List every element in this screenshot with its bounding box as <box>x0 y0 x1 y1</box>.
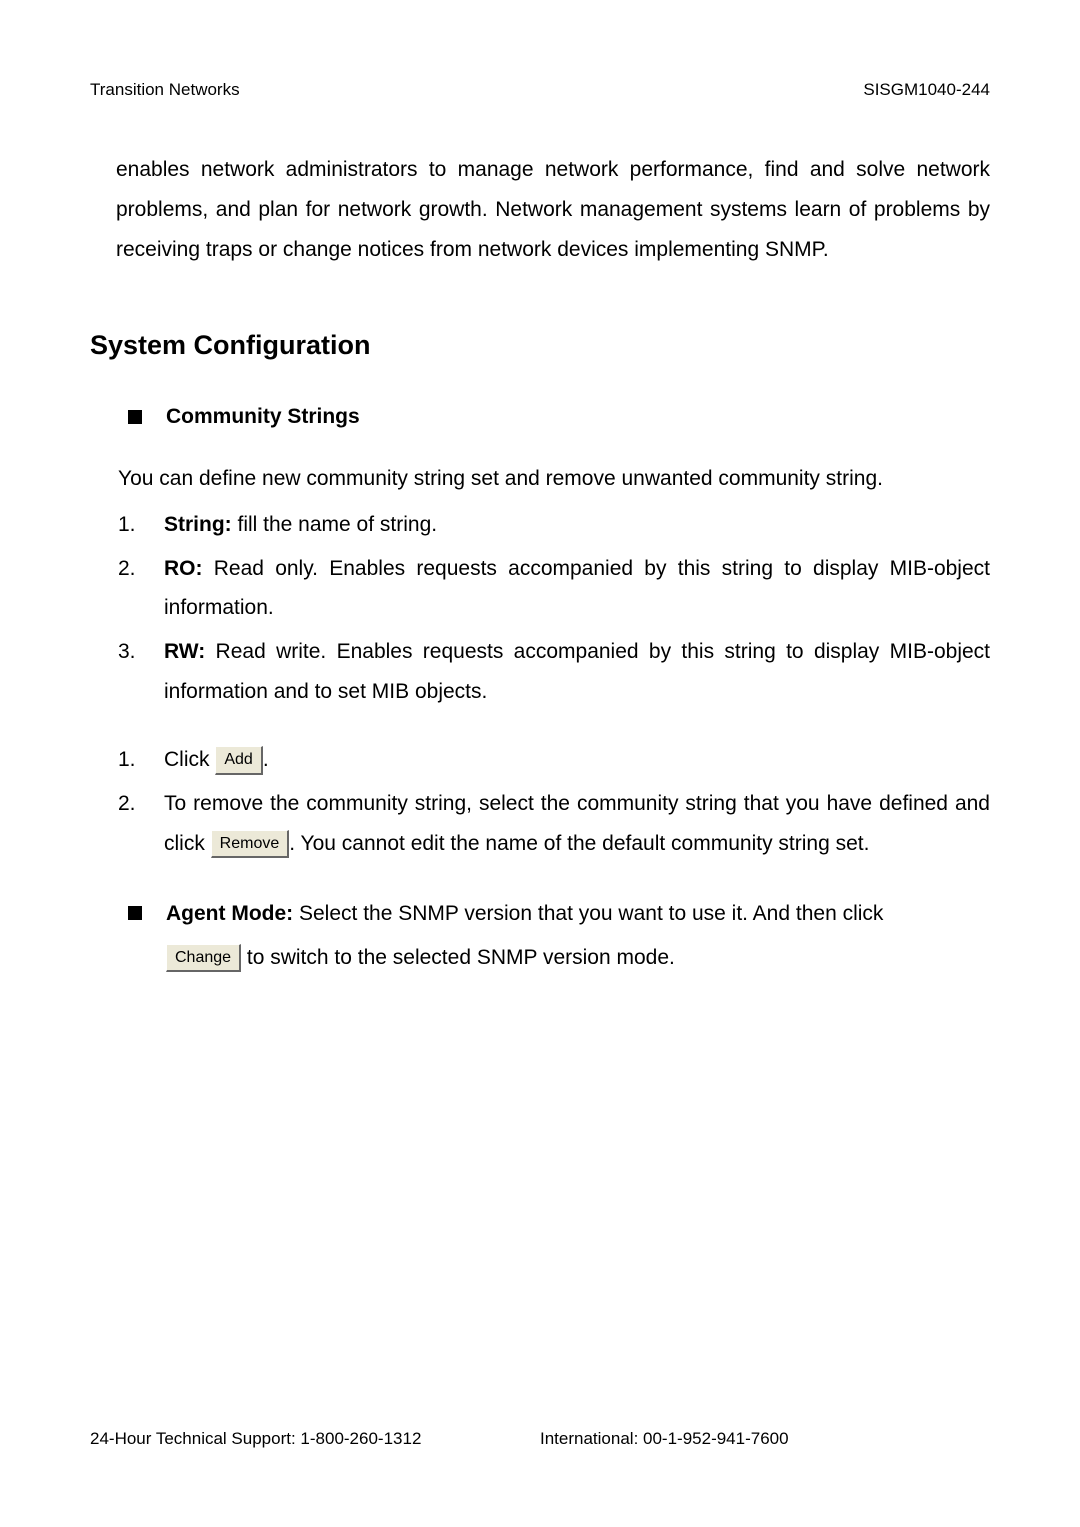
page-header: Transition Networks SISGM1040-244 <box>90 80 990 100</box>
term-text: Read write. Enables requests accompanied… <box>164 640 990 703</box>
change-button[interactable]: Change <box>166 944 241 972</box>
agent-line1-rest: Select the SNMP version that you want to… <box>293 902 883 925</box>
step-text-post: . You cannot edit the name of the defaul… <box>289 832 869 855</box>
list-number: 3. <box>118 632 164 712</box>
header-right: SISGM1040-244 <box>863 80 990 100</box>
step-text-post: . <box>263 748 269 771</box>
list-number: 1. <box>118 740 164 780</box>
term-label: RW: <box>164 640 205 663</box>
community-lead-text: You can define new community string set … <box>118 467 990 491</box>
list-item: 2. To remove the community string, selec… <box>118 784 990 864</box>
list-number: 2. <box>118 784 164 864</box>
term-label: String: <box>164 513 232 536</box>
footer-left: 24-Hour Technical Support: 1-800-260-131… <box>90 1429 540 1449</box>
footer-right: International: 00-1-952-941-7600 <box>540 1429 990 1449</box>
list-number: 2. <box>118 549 164 629</box>
list-item: 2. RO: Read only. Enables requests accom… <box>118 549 990 629</box>
remove-button[interactable]: Remove <box>211 830 290 858</box>
square-bullet-icon <box>128 906 142 920</box>
community-strings-heading-row: Community Strings <box>128 405 990 429</box>
list-item: 1. Click Add. <box>118 740 990 780</box>
list-number: 1. <box>118 505 164 545</box>
section-title: System Configuration <box>90 330 990 361</box>
community-strings-heading: Community Strings <box>166 405 360 429</box>
list-item: 3. RW: Read write. Enables requests acco… <box>118 632 990 712</box>
list-item: 1. String: fill the name of string. <box>118 505 990 545</box>
agent-mode-block: Agent Mode: Select the SNMP version that… <box>128 892 990 980</box>
steps-list: 1. Click Add. 2. To remove the community… <box>118 740 990 864</box>
term-text: Read only. Enables requests accompanied … <box>164 557 990 620</box>
term-text: fill the name of string. <box>232 513 437 536</box>
header-left: Transition Networks <box>90 80 240 100</box>
term-label: RO: <box>164 557 203 580</box>
agent-line2-rest: to switch to the selected SNMP version m… <box>241 946 675 969</box>
add-button[interactable]: Add <box>215 746 262 774</box>
agent-mode-label: Agent Mode: <box>166 902 293 925</box>
intro-paragraph: enables network administrators to manage… <box>116 150 990 270</box>
definition-list: 1. String: fill the name of string. 2. R… <box>118 505 990 712</box>
step-text-pre: Click <box>164 748 215 771</box>
square-bullet-icon <box>128 410 142 424</box>
page-footer: 24-Hour Technical Support: 1-800-260-131… <box>90 1429 990 1449</box>
